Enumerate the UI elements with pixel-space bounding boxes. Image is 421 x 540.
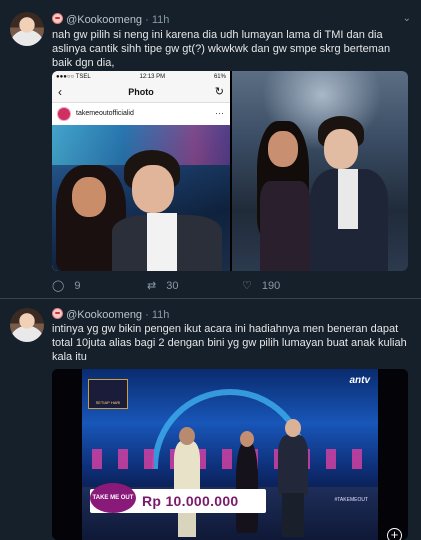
man-face	[324, 129, 358, 169]
prize-banner: TAKE ME OUT Rp 10.000.000	[90, 483, 266, 513]
video-frame[interactable]: SETIAP HARI antv TAKE ME OUT Rp 10.000.0…	[52, 369, 408, 540]
refresh-icon: ↻	[214, 86, 224, 98]
man-suit	[278, 435, 308, 495]
woman-figure	[236, 441, 258, 533]
battery: 61%	[213, 73, 226, 80]
tweet[interactable]: @Kookoomeng · 11h intinya yg gw bikin pe…	[0, 300, 421, 540]
video-player[interactable]: SETIAP HARI antv TAKE ME OUT Rp 10.000.0…	[52, 369, 408, 540]
woman-face	[268, 131, 298, 167]
avatar[interactable]	[10, 308, 44, 342]
podiums	[92, 449, 368, 469]
phone-screenshot[interactable]: ●●●○○ TSEL 12:13 PM 61% ‹ Photo ↻ takeme…	[52, 71, 230, 271]
man-shirt	[147, 213, 177, 271]
man-shirt	[338, 169, 358, 229]
man-face	[132, 165, 174, 213]
couple-photo-2[interactable]	[232, 71, 408, 271]
show-logo: TAKE ME OUT	[90, 483, 136, 513]
reply-button[interactable]: ◯ 9	[52, 279, 147, 293]
tweet-header: @Kookoomeng · 11h	[52, 308, 169, 321]
retweet-icon: ⇄	[147, 280, 157, 292]
clock: 12:13 PM	[139, 73, 166, 80]
retweet-count: 30	[166, 279, 179, 292]
prize-amount: Rp 10.000.000	[142, 493, 239, 509]
tweet[interactable]: @Kookoomeng · 11h ⌄ nah gw pilih si neng…	[0, 0, 421, 293]
separator: ·	[145, 14, 149, 26]
reply-count: 9	[74, 279, 81, 292]
man-legs	[282, 493, 304, 537]
comment-icon: ◯	[52, 280, 65, 292]
photo-title: Photo	[128, 87, 154, 97]
tweet-text: nah gw pilih si neng ini karena dia udh …	[52, 29, 391, 69]
couple-photo	[52, 125, 230, 271]
chevron-down-icon[interactable]: ⌄	[403, 13, 411, 24]
clown-emoji-icon	[52, 308, 63, 319]
woman-face	[72, 177, 106, 217]
photo-navbar: ‹ Photo ↻	[52, 82, 230, 103]
post-header: takemeoutofficialid ···	[52, 103, 230, 125]
hashtag: #TAKEMEOUT	[334, 497, 368, 503]
schedule-badge: SETIAP HARI	[88, 379, 128, 409]
woman-head	[240, 431, 254, 447]
user-handle[interactable]: @Kookoomeng	[66, 14, 142, 26]
show-stage: SETIAP HARI antv TAKE ME OUT Rp 10.000.0…	[82, 369, 378, 540]
plus-icon[interactable]: +	[387, 528, 402, 540]
tweet-header: @Kookoomeng · 11h	[52, 13, 169, 26]
timestamp[interactable]: 11h	[152, 309, 170, 321]
timestamp[interactable]: 11h	[152, 14, 170, 26]
retweet-button[interactable]: ⇄ 30	[147, 279, 242, 293]
media-grid[interactable]: ●●●○○ TSEL 12:13 PM 61% ‹ Photo ↻ takeme…	[52, 71, 408, 271]
channel-logo: antv	[349, 375, 370, 386]
status-bar: ●●●○○ TSEL 12:13 PM 61%	[52, 71, 230, 82]
like-button[interactable]: ♡ 190	[242, 279, 337, 293]
user-handle[interactable]: @Kookoomeng	[66, 309, 142, 321]
tweet-actions: ◯ 9 ⇄ 30 ♡ 190	[52, 279, 352, 293]
account-avatar	[57, 107, 71, 121]
divider	[0, 298, 421, 299]
carrier: ●●●○○ TSEL	[56, 73, 91, 80]
account-name: takemeoutofficialid	[76, 110, 134, 117]
heart-icon: ♡	[242, 280, 252, 292]
more-icon: ···	[215, 108, 224, 118]
woman-dress	[260, 181, 310, 271]
avatar[interactable]	[10, 12, 44, 46]
tweet-text: intinya yg gw bikin pengen ikut acara in…	[52, 323, 407, 363]
separator: ·	[145, 309, 149, 321]
man-head	[285, 419, 301, 437]
like-count: 190	[261, 279, 281, 292]
clown-emoji-icon	[52, 13, 63, 24]
host-head	[179, 427, 195, 445]
